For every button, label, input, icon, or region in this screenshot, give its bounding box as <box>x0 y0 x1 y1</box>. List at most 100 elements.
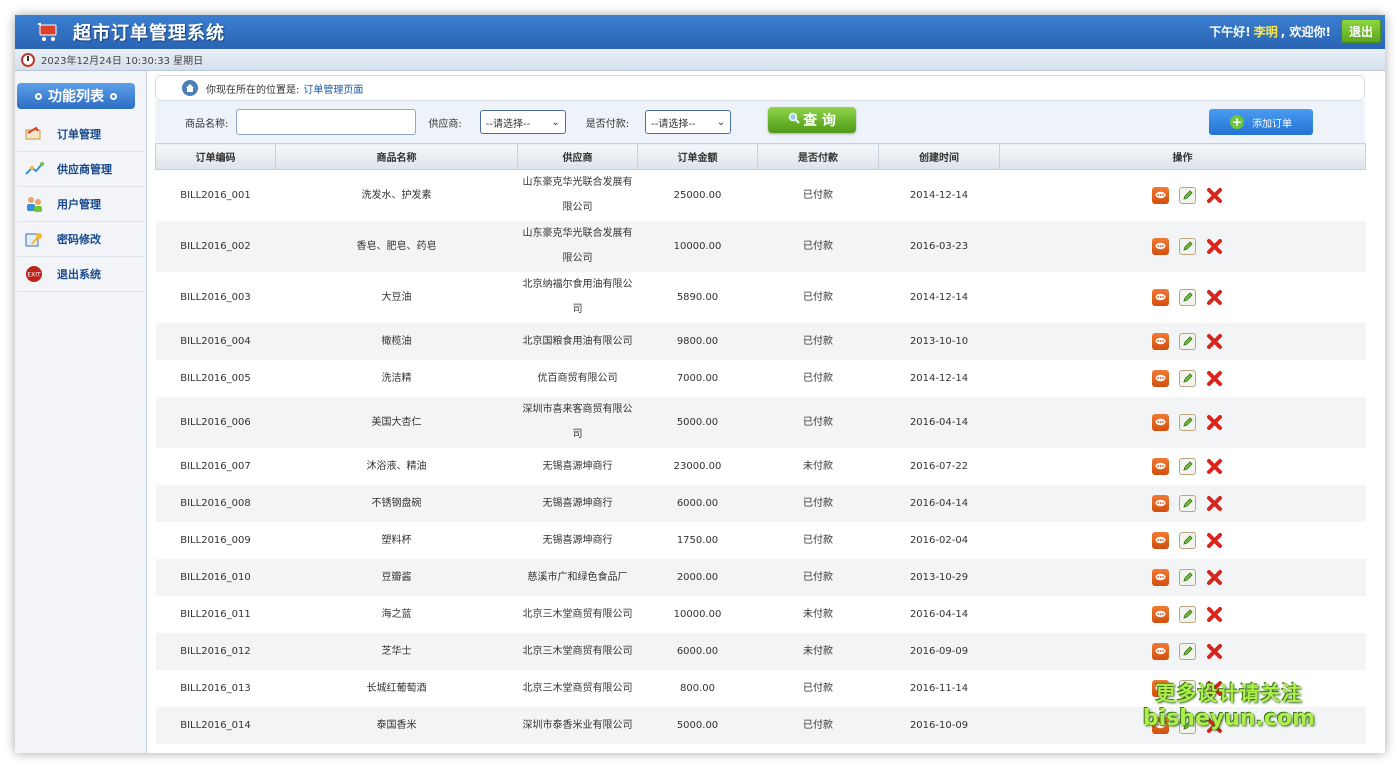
paid-select[interactable]: --请选择-- ⌄ <box>645 110 732 134</box>
delete-icon[interactable] <box>1206 495 1223 512</box>
users-icon <box>23 194 45 214</box>
sidebar-item-password[interactable]: 密码修改 <box>17 222 144 257</box>
paid-select-value: --请选择-- <box>651 118 696 130</box>
delete-icon[interactable] <box>1206 238 1223 255</box>
supplier-line: 无锡喜源坤商行 <box>542 534 613 546</box>
row-actions <box>1000 457 1366 475</box>
product-name-cell: 橄榄油 <box>275 322 518 360</box>
paid-status-cell: 已付款 <box>803 291 833 303</box>
cart-icon <box>37 21 59 43</box>
home-icon[interactable] <box>182 80 198 96</box>
table-row: BILL2016_007 沐浴液、精油 无锡喜源坤商行 23000.00 未付款 2016… <box>156 448 1366 485</box>
query-button[interactable]: 查 询 <box>768 107 856 133</box>
column-header[interactable]: 订单编码 <box>155 143 276 170</box>
row-actions <box>1000 332 1366 350</box>
actions-cell <box>999 632 1366 670</box>
edit-icon[interactable] <box>1179 457 1196 475</box>
view-icon[interactable] <box>1152 457 1169 475</box>
search-icon <box>788 112 800 128</box>
supplier-line: 优百商贸有限公司 <box>537 372 618 384</box>
delete-icon[interactable] <box>1206 458 1223 475</box>
view-icon[interactable] <box>1152 369 1169 387</box>
edit-icon[interactable] <box>1179 413 1196 431</box>
column-header[interactable]: 是否付款 <box>757 143 879 170</box>
view-icon[interactable] <box>1152 494 1169 512</box>
delete-icon[interactable] <box>1206 414 1223 431</box>
view-icon[interactable] <box>1152 605 1169 623</box>
delete-icon[interactable] <box>1206 370 1223 387</box>
sidebar-item-orders[interactable]: 订单管理 <box>17 117 144 152</box>
delete-icon[interactable] <box>1206 606 1223 623</box>
supplier-line: 无锡喜源坤商行 <box>542 497 613 509</box>
column-header[interactable]: 商品名称 <box>275 143 518 170</box>
delete-icon[interactable] <box>1206 569 1223 586</box>
product-name-input[interactable] <box>236 109 417 135</box>
order-code-cell: BILL2016_001 <box>180 189 251 201</box>
delete-icon[interactable] <box>1206 532 1223 549</box>
edit-icon[interactable] <box>1179 288 1196 306</box>
edit-icon[interactable] <box>1179 642 1196 660</box>
actions-cell <box>1000 272 1366 323</box>
column-header[interactable]: 供应商 <box>517 143 638 170</box>
logout-button[interactable]: 退出 <box>1341 19 1381 43</box>
actions-cell <box>999 484 1366 522</box>
bullet-icon <box>110 92 117 100</box>
order-icon <box>23 124 45 144</box>
edit-icon[interactable] <box>1179 332 1196 350</box>
table-row: BILL2016_002 香皂、肥皂、药皂 山东豪克华光联合发展有 限公司 10000.… <box>155 220 1366 272</box>
supplier-cell: 北京三木堂商贸有限公司 <box>518 596 638 633</box>
view-icon[interactable] <box>1152 642 1169 660</box>
supplier-cell: 北京纳福尔食用油有限公司 <box>518 272 638 323</box>
view-icon[interactable] <box>1152 186 1169 204</box>
edit-icon[interactable] <box>1179 605 1196 623</box>
edit-icon[interactable] <box>1179 369 1196 387</box>
add-order-button[interactable]: + 添加订单 <box>1209 109 1313 135</box>
created-date-cell: 2016-04-14 <box>878 484 1000 522</box>
sidebar-item-users[interactable]: 用户管理 <box>17 187 144 222</box>
order-code-cell: BILL2016_005 <box>180 372 251 384</box>
row-actions <box>1000 494 1366 512</box>
view-icon[interactable] <box>1152 332 1169 350</box>
supplier-cell: 无锡喜源坤商行 <box>517 484 638 522</box>
supplier-line: 限公司 <box>562 202 593 214</box>
row-actions <box>1000 413 1366 431</box>
view-icon[interactable] <box>1152 568 1169 586</box>
table-row: BILL2016_006 美国大杏仁 深圳市喜来客商贸有限公司 5000.00 已付款 2… <box>155 396 1366 448</box>
created-date-cell: 2013-10-29 <box>878 558 1000 596</box>
paid-status-cell: 已付款 <box>757 484 879 522</box>
column-header[interactable]: 创建时间 <box>878 143 1000 170</box>
view-icon[interactable] <box>1152 531 1169 549</box>
created-date-cell: 2016-02-04 <box>909 534 969 546</box>
sidebar-item-exit[interactable]: EXIT 退出系统 <box>17 257 144 292</box>
supplier-cell: 深圳市喜来客商贸有限公司 <box>517 396 638 448</box>
amount-cell: 800.00 <box>680 682 715 694</box>
breadcrumb-current[interactable]: 订单管理页面 <box>303 81 363 96</box>
actions-cell <box>1000 448 1366 485</box>
amount-cell: 10000.00 <box>673 608 722 620</box>
delete-icon[interactable] <box>1206 333 1223 350</box>
supplier-line: 山东豪克华光联合发展有 <box>522 177 633 189</box>
delete-icon[interactable] <box>1206 289 1223 306</box>
edit-icon[interactable] <box>1179 568 1196 586</box>
view-icon[interactable] <box>1152 237 1169 255</box>
product-name-cell: 大豆油 <box>381 291 412 303</box>
delete-icon[interactable] <box>1206 187 1223 204</box>
row-actions <box>1000 369 1366 387</box>
actions-cell <box>1000 522 1366 559</box>
edit-icon[interactable] <box>1179 531 1196 549</box>
view-icon[interactable] <box>1152 288 1169 306</box>
order-code-cell: BILL2016_009 <box>180 534 251 546</box>
edit-icon[interactable] <box>1179 237 1196 255</box>
amount-cell: 5890.00 <box>676 291 719 303</box>
edit-icon[interactable] <box>1179 186 1196 204</box>
order-code-cell: BILL2016_013 <box>180 682 251 694</box>
column-header[interactable]: 订单金额 <box>637 143 758 170</box>
view-icon[interactable] <box>1152 413 1169 431</box>
supplier-select[interactable]: --请选择-- ⌄ <box>479 110 566 134</box>
delete-icon[interactable] <box>1206 643 1223 660</box>
created-date-cell: 2016-11-14 <box>909 682 969 694</box>
sidebar-item-suppliers[interactable]: 供应商管理 <box>17 152 144 187</box>
created-date-cell: 2013-10-10 <box>878 322 1000 360</box>
table-row: BILL2016_004 橄榄油 北京国粮食用油有限公司 9800.00 已付款 2013… <box>155 322 1366 360</box>
edit-icon[interactable] <box>1179 494 1196 512</box>
